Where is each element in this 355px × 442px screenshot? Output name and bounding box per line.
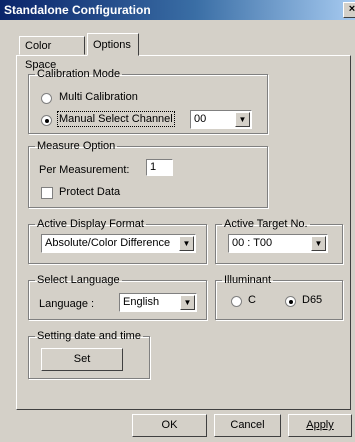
illuminant-legend: Illuminant — [224, 274, 272, 286]
target-select[interactable]: 00 : T00 ▼ — [228, 234, 328, 253]
chevron-down-icon[interactable]: ▼ — [179, 236, 194, 251]
per-measurement-label: Per Measurement: — [39, 164, 130, 176]
channel-select[interactable]: 00 ▼ — [190, 110, 252, 129]
set-date-time-button[interactable]: Set — [41, 348, 123, 371]
chevron-down-icon[interactable]: ▼ — [311, 236, 326, 251]
active-target-legend: Active Target No. — [224, 218, 308, 230]
chevron-down-icon[interactable]: ▼ — [235, 112, 250, 127]
per-measurement-input[interactable]: 1 — [146, 159, 173, 176]
ok-button[interactable]: OK — [132, 414, 207, 437]
illuminant-d65-label[interactable]: D65 — [302, 294, 322, 306]
target-select-value: 00 : T00 — [232, 237, 273, 249]
window-title: Standalone Configuration — [4, 3, 151, 17]
language-label: Language : — [39, 298, 95, 310]
protect-data-checkbox[interactable] — [41, 187, 53, 199]
chevron-down-icon[interactable]: ▼ — [180, 295, 195, 310]
illuminant-c-radio[interactable] — [231, 296, 242, 307]
options-panel: Calibration Mode Multi Calibration Manua… — [16, 55, 351, 410]
manual-select-channel-label[interactable]: Manual Select Channel — [57, 111, 175, 127]
display-format-value: Absolute/Color Difference — [45, 237, 171, 249]
language-select[interactable]: English ▼ — [119, 293, 197, 312]
illuminant-d65-radio[interactable] — [285, 296, 296, 307]
display-format-select[interactable]: Absolute/Color Difference ▼ — [41, 234, 196, 253]
tab-options[interactable]: Options — [87, 33, 139, 56]
calibration-mode-legend: Calibration Mode — [37, 68, 121, 80]
channel-select-value: 00 — [194, 113, 207, 125]
illuminant-c-label[interactable]: C — [248, 294, 256, 306]
tab-color-space[interactable]: Color Space — [19, 36, 85, 71]
select-language-legend: Select Language — [37, 274, 120, 286]
date-time-legend: Setting date and time — [37, 330, 141, 342]
title-bar: Standalone Configuration × — [0, 0, 355, 20]
close-icon[interactable]: × — [343, 2, 355, 18]
language-select-value: English — [123, 296, 160, 308]
active-display-format-legend: Active Display Format — [37, 218, 144, 230]
apply-button[interactable]: Apply — [288, 414, 352, 437]
cancel-button[interactable]: Cancel — [214, 414, 281, 437]
manual-select-channel-radio[interactable] — [41, 115, 52, 126]
multi-calibration-radio[interactable] — [41, 93, 52, 104]
protect-data-label[interactable]: Protect Data — [59, 186, 120, 198]
multi-calibration-label[interactable]: Multi Calibration — [59, 91, 138, 103]
measure-option-legend: Measure Option — [37, 140, 116, 152]
